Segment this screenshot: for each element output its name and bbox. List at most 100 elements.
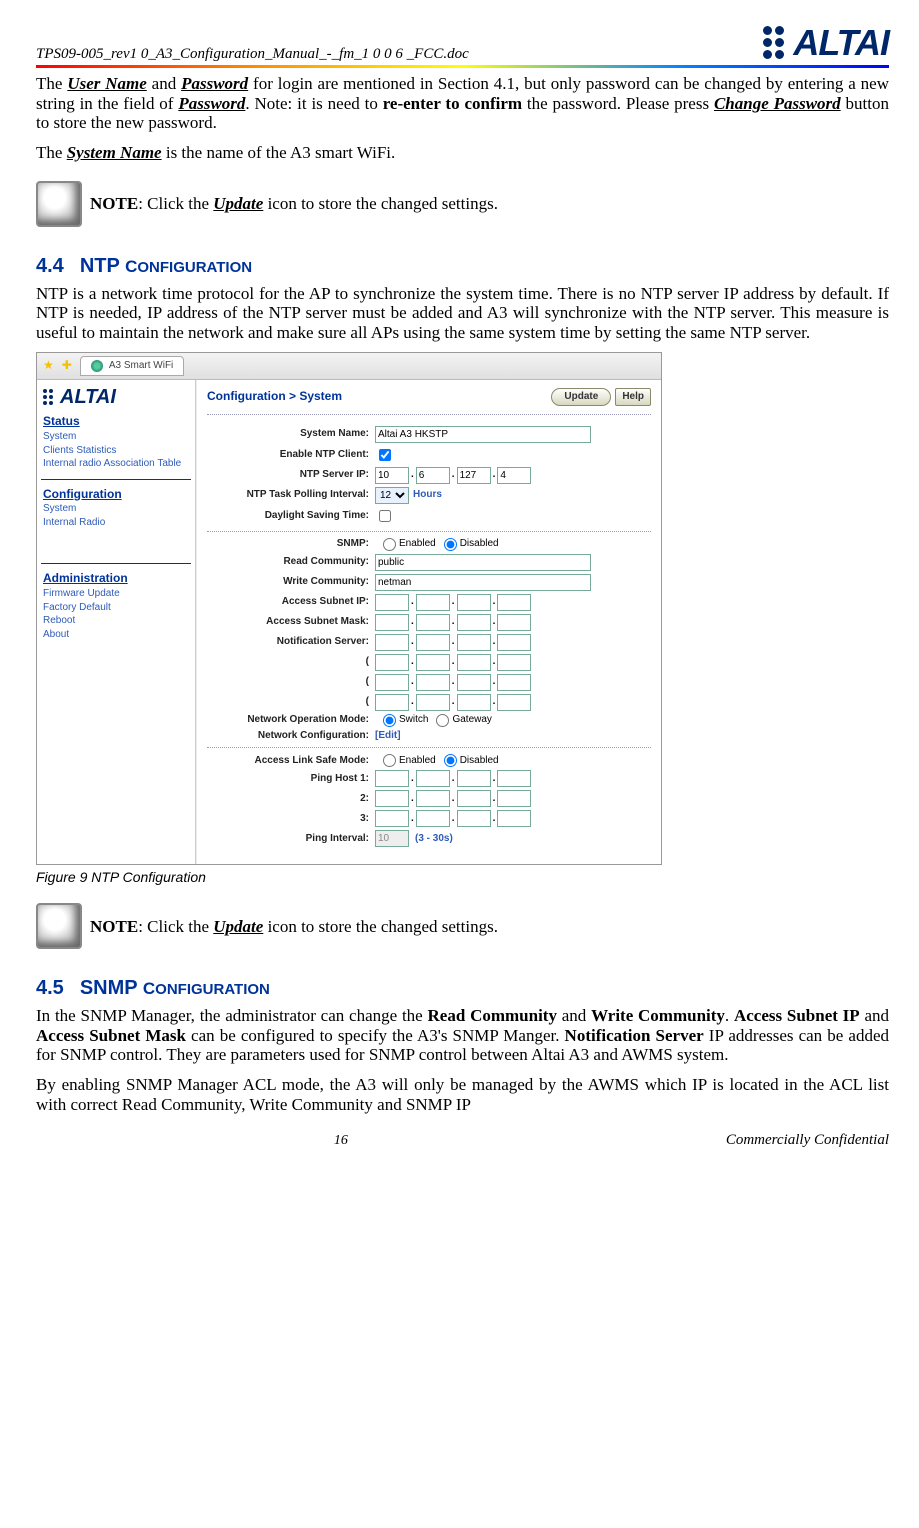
ph2-oct3[interactable] [457, 790, 491, 807]
read-community-label: Read Community: [207, 556, 375, 568]
ns1-oct4[interactable] [497, 634, 531, 651]
asm-oct1[interactable] [375, 614, 409, 631]
update-term: Update [213, 194, 263, 213]
ntp-poll-select[interactable]: 12 [375, 487, 409, 504]
sidebar-clients-stats[interactable]: Clients Statistics [37, 444, 195, 458]
sidebar-factory-default[interactable]: Factory Default [37, 601, 195, 615]
ns3-oct2[interactable] [416, 674, 450, 691]
asip-oct4[interactable] [497, 594, 531, 611]
password-term-2: Password [178, 94, 245, 113]
ns2-oct2[interactable] [416, 654, 450, 671]
asm-oct4[interactable] [497, 614, 531, 631]
als-enabled-radio[interactable] [383, 754, 396, 767]
sidebar-config[interactable]: Configuration [37, 484, 195, 503]
systemname-input[interactable] [375, 426, 591, 443]
sidebar-reboot[interactable]: Reboot [37, 614, 195, 628]
dst-label: Daylight Saving Time: [207, 510, 375, 522]
ntp-ip-oct1[interactable] [375, 467, 409, 484]
ping-host-3-label: 3: [207, 813, 375, 825]
ns2-oct1[interactable] [375, 654, 409, 671]
ns2-oct3[interactable] [457, 654, 491, 671]
ph3-oct3[interactable] [457, 810, 491, 827]
paragraph-2: The System Name is the name of the A3 sm… [36, 143, 889, 163]
sidebar-admin[interactable]: Administration [37, 568, 195, 587]
sidebar-about[interactable]: About [37, 628, 195, 642]
sidebar-fw-update[interactable]: Firmware Update [37, 587, 195, 601]
ph3-oct2[interactable] [416, 810, 450, 827]
ph2-oct2[interactable] [416, 790, 450, 807]
ph2-oct4[interactable] [497, 790, 531, 807]
edit-link[interactable]: [Edit] [375, 730, 401, 742]
ph3-oct4[interactable] [497, 810, 531, 827]
write-community-label: Write Community: [207, 576, 375, 588]
net-op-mode-label: Network Operation Mode: [207, 714, 375, 726]
ns3-oct3[interactable] [457, 674, 491, 691]
sidebar-radio-assoc[interactable]: Internal radio Association Table [37, 457, 195, 471]
page-number: 16 [334, 1133, 348, 1149]
note-row-2: NOTE: Click the Update icon to store the… [36, 903, 889, 949]
switch-radio[interactable] [383, 714, 396, 727]
sidebar-system[interactable]: System [37, 430, 195, 444]
note-label: NOTE [90, 917, 138, 936]
ns2-oct4[interactable] [497, 654, 531, 671]
ns1-oct2[interactable] [416, 634, 450, 651]
ns3-oct4[interactable] [497, 674, 531, 691]
ns1-oct3[interactable] [457, 634, 491, 651]
asm-oct2[interactable] [416, 614, 450, 631]
password-term: Password [181, 74, 248, 93]
ntp-enable-checkbox[interactable] [379, 449, 391, 461]
ns4-oct2[interactable] [416, 694, 450, 711]
heading-4-5-title: SNMP CONFIGURATION [80, 978, 270, 999]
ping-host-1-label: Ping Host 1: [207, 773, 375, 785]
sidebar-status[interactable]: Status [37, 411, 195, 430]
access-subnet-ip-term: Access Subnet IP [734, 1006, 860, 1025]
read-community-input[interactable] [375, 554, 591, 571]
heading-4-4-title: NTP CONFIGURATION [80, 256, 252, 277]
ntp-ip-oct3[interactable] [457, 467, 491, 484]
ph2-oct1[interactable] [375, 790, 409, 807]
ss-main: Configuration > System Update Help Syste… [196, 380, 661, 864]
change-password-term: Change Password [714, 94, 841, 113]
help-button[interactable]: Help [615, 388, 651, 406]
ns4-oct3[interactable] [457, 694, 491, 711]
page-footer: 16 Commercially Confidential [36, 1132, 889, 1149]
doc-filename: TPS09-005_rev1 0_A3_Configuration_Manual… [36, 46, 469, 63]
ph1-oct2[interactable] [416, 770, 450, 787]
asm-oct3[interactable] [457, 614, 491, 631]
als-disabled-radio[interactable] [444, 754, 457, 767]
access-subnet-ip-label: Access Subnet IP: [207, 596, 375, 608]
browser-tab[interactable]: A3 Smart WiFi [80, 356, 184, 376]
ns4-oct1[interactable] [375, 694, 409, 711]
snmp-enabled-radio[interactable] [383, 538, 396, 551]
systemname-label: System Name: [207, 428, 375, 440]
ns3-oct1[interactable] [375, 674, 409, 691]
dst-checkbox[interactable] [379, 510, 391, 522]
asip-oct2[interactable] [416, 594, 450, 611]
notification-server-term: Notification Server [565, 1026, 704, 1045]
ntp-ip-oct2[interactable] [416, 467, 450, 484]
ns4-oct4[interactable] [497, 694, 531, 711]
ntp-ip-oct4[interactable] [497, 467, 531, 484]
snmp-label: SNMP: [207, 538, 375, 550]
ping-interval-input [375, 830, 409, 847]
note-row-1: NOTE: Click the Update icon to store the… [36, 181, 889, 227]
sidebar-cfg-system[interactable]: System [37, 502, 195, 516]
gateway-radio[interactable] [436, 714, 449, 727]
browser-tabbar: ★ ✚ A3 Smart WiFi [37, 353, 661, 380]
write-community-input[interactable] [375, 574, 591, 591]
asip-oct3[interactable] [457, 594, 491, 611]
sidebar-cfg-radio[interactable]: Internal Radio [37, 516, 195, 530]
note-icon [36, 903, 82, 949]
ns1-oct1[interactable] [375, 634, 409, 651]
ph3-oct1[interactable] [375, 810, 409, 827]
header-divider [36, 65, 889, 68]
snmp-disabled-radio[interactable] [444, 538, 457, 551]
ns2-paren: ( [207, 656, 375, 668]
asip-oct1[interactable] [375, 594, 409, 611]
ph1-oct4[interactable] [497, 770, 531, 787]
ph1-oct1[interactable] [375, 770, 409, 787]
update-button[interactable]: Update [551, 388, 611, 406]
ph1-oct3[interactable] [457, 770, 491, 787]
ss-altai-logo: ALTAI [37, 384, 195, 411]
system-name-term: System Name [67, 143, 162, 162]
